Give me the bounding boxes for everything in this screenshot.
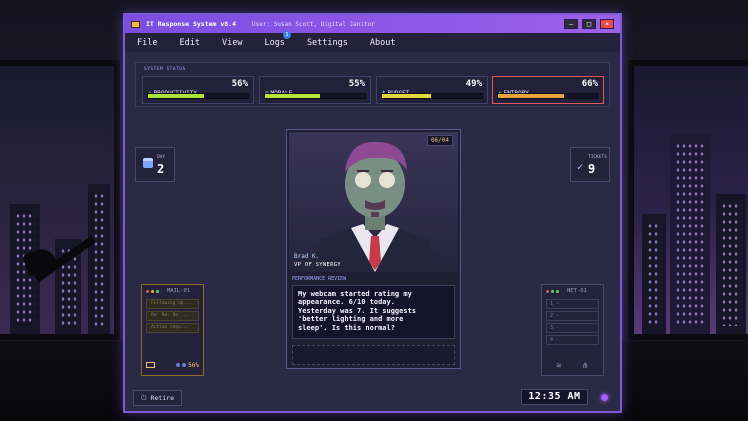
day-label: DAY xyxy=(157,155,166,160)
net-port[interactable]: 4 - xyxy=(546,335,599,345)
zombie-executive-illustration xyxy=(309,141,440,272)
meter-fill xyxy=(382,94,431,98)
app-window: IT Response System v8.4 User: Susan Scot… xyxy=(123,13,622,413)
meter-fill xyxy=(148,94,204,98)
status-dot xyxy=(546,289,549,293)
mail-device[interactable]: MAIL-01 Following up... Re: Re: Re:... A… xyxy=(141,284,204,376)
net-footer: ≋ ⋔ xyxy=(546,359,599,371)
window-controls: – □ × xyxy=(564,19,614,29)
menu-file[interactable]: File xyxy=(137,38,157,48)
power-indicator[interactable] xyxy=(601,394,608,401)
meter-value: 49% xyxy=(465,79,482,89)
net-port[interactable]: 3 - xyxy=(546,323,599,333)
meter-value: 55% xyxy=(348,79,365,89)
employee-message: My webcam started rating my appearance. … xyxy=(292,285,455,339)
tickets-label: TICKETS xyxy=(588,155,607,160)
maximize-button[interactable]: □ xyxy=(582,19,596,29)
employee-portrait: 06/04 Brad K. VP OF SYNERGY xyxy=(289,132,458,272)
meter-value: 56% xyxy=(231,79,248,89)
meter-bar xyxy=(147,93,249,99)
meter-fill xyxy=(265,94,320,98)
building xyxy=(642,214,666,334)
system-status-title: SYSTEM STATUS xyxy=(144,67,186,72)
network-tree-icon: ⋔ xyxy=(581,360,589,370)
meter-fill xyxy=(498,94,564,98)
minimize-button[interactable]: – xyxy=(564,19,578,29)
network-device[interactable]: NET-01 1 - 2 - 3 - 4 - ≋ ⋔ xyxy=(541,284,604,376)
power-icon: ⏻ xyxy=(141,393,147,402)
menu-view[interactable]: View xyxy=(222,38,242,48)
day-counter: DAY 2 xyxy=(135,147,175,182)
check-icon: ✓ xyxy=(577,162,584,173)
menu-logs-label: Logs xyxy=(264,37,285,48)
status-dot xyxy=(156,289,159,293)
meter-bar xyxy=(497,93,599,99)
meter-bar xyxy=(381,93,483,99)
menu-edit[interactable]: Edit xyxy=(179,38,199,48)
menu-logs[interactable]: Logs 1 xyxy=(264,30,291,48)
menu-settings[interactable]: Settings xyxy=(307,38,348,48)
retire-label: Retire xyxy=(150,394,175,402)
app-icon xyxy=(131,20,140,28)
meter-productivity: ✣PRODUCTIVITY 56% xyxy=(142,76,254,104)
mail-item[interactable]: Re: Re: Re:... xyxy=(146,311,199,321)
status-dot xyxy=(556,289,559,293)
status-dot xyxy=(146,289,149,293)
title-bar[interactable]: IT Response System v8.4 User: Susan Scot… xyxy=(125,15,620,33)
close-button[interactable]: × xyxy=(600,19,614,29)
building xyxy=(88,184,110,334)
net-title: NET-01 xyxy=(567,288,587,294)
right-window xyxy=(628,60,748,340)
response-slot[interactable] xyxy=(292,345,455,365)
net-port[interactable]: 2 - xyxy=(546,311,599,321)
wifi-icon: ≋ xyxy=(556,360,562,370)
clock: 12:35 AM xyxy=(521,389,588,405)
menu-about[interactable]: About xyxy=(370,38,396,48)
mail-item[interactable]: Following up... xyxy=(146,299,199,309)
retire-button[interactable]: ⏻ Retire xyxy=(133,390,183,406)
indicator-dot xyxy=(182,363,187,367)
employee-name: Brad K. xyxy=(294,253,320,260)
system-status-panel: SYSTEM STATUS ✣PRODUCTIVITY 56% ☺MORALE … xyxy=(135,62,610,107)
status-dot xyxy=(551,289,554,293)
building xyxy=(670,134,710,334)
meter-morale: ☺MORALE 55% xyxy=(259,76,371,104)
envelope-icon xyxy=(146,362,155,368)
menu-bar: File Edit View Logs 1 Settings About xyxy=(125,30,620,52)
window-user: User: Susan Scott, Digital Janitor xyxy=(252,20,375,28)
mail-percent: 56% xyxy=(188,361,199,369)
logs-notification-badge: 1 xyxy=(282,30,291,39)
performance-review-label: PERFORMANCE REVIEW xyxy=(292,276,347,282)
meter-value: 66% xyxy=(581,79,598,89)
left-window xyxy=(0,60,120,340)
net-header: NET-01 xyxy=(542,285,603,297)
status-dot xyxy=(151,289,154,293)
calendar-icon xyxy=(143,158,153,168)
mail-footer: 56% xyxy=(146,359,199,371)
net-port[interactable]: 1 - xyxy=(546,299,599,309)
employee-role: VP OF SYNERGY xyxy=(294,262,341,268)
employee-card: 06/04 Brad K. VP OF SYNERGY PERFORMANCE … xyxy=(286,129,461,369)
mail-header: MAIL-01 xyxy=(142,285,203,297)
tickets-counter: ✓ TICKETS 9 xyxy=(570,147,610,182)
main-content: SYSTEM STATUS ✣PRODUCTIVITY 56% ☺MORALE … xyxy=(125,52,620,411)
meter-bar xyxy=(264,93,366,99)
indicator-dot xyxy=(176,363,181,367)
mail-title: MAIL-01 xyxy=(167,288,191,294)
tickets-value: 9 xyxy=(588,162,596,176)
meter-entropy: ⚡ENTROPY 66% xyxy=(492,76,604,104)
meter-budget: $BUDGET 49% xyxy=(376,76,488,104)
day-value: 2 xyxy=(157,162,165,176)
window-title: IT Response System v8.4 xyxy=(146,20,237,28)
mail-item[interactable]: Action requ... xyxy=(146,323,199,333)
building xyxy=(716,194,746,334)
ticket-counter: 06/04 xyxy=(426,135,453,146)
